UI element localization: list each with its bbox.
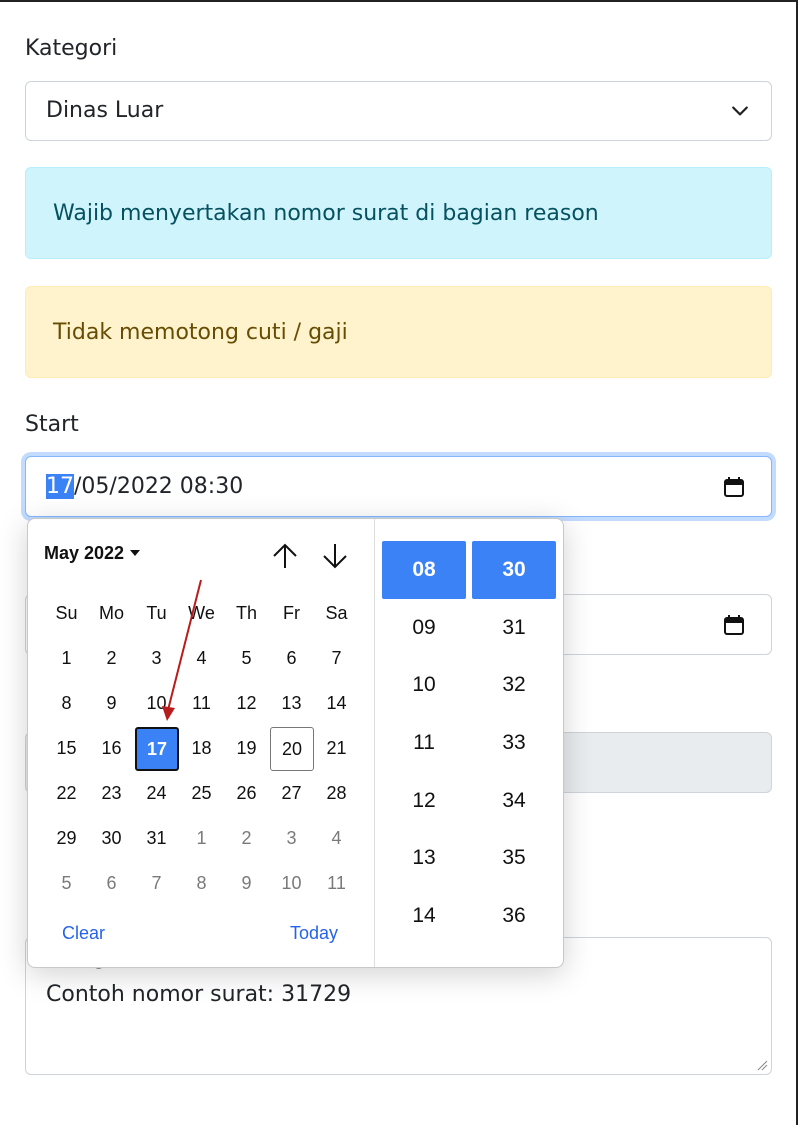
calendar-day-today[interactable]: 20	[269, 726, 314, 771]
calendar-day[interactable]: 13	[269, 681, 314, 726]
calendar-day-outside[interactable]: 4	[314, 816, 359, 861]
calendar-day[interactable]: 14	[314, 681, 359, 726]
calendar-day[interactable]: 1	[44, 636, 89, 681]
calendar-day[interactable]: 8	[44, 681, 89, 726]
calendar-icon[interactable]	[723, 476, 745, 498]
warning-alert: Tidak memotong cuti / gaji	[25, 286, 772, 378]
calendar-day[interactable]: 23	[89, 771, 134, 816]
calendar-week-row: 29 30 31 1 2 3 4	[44, 816, 359, 861]
category-select[interactable]: Dinas Luar	[25, 81, 772, 141]
calendar-day[interactable]: 10	[134, 681, 179, 726]
calendar-day[interactable]: 28	[314, 771, 359, 816]
weekday-label: Th	[235, 603, 257, 623]
hour-option[interactable]: 11	[382, 714, 466, 772]
calendar-day-outside[interactable]: 1	[179, 816, 224, 861]
calendar-day-outside[interactable]: 8	[179, 861, 224, 906]
calendar-day[interactable]: 16	[89, 726, 134, 771]
arrow-up-icon[interactable]	[271, 541, 299, 571]
calendar-grid: Su Mo Tu We Th Fr Sa 1 2 3 4 5 6 7 8 9 1…	[44, 591, 359, 906]
calendar-day[interactable]: 11	[179, 681, 224, 726]
calendar-day-outside[interactable]: 5	[44, 861, 89, 906]
calendar-day[interactable]: 4	[179, 636, 224, 681]
calendar-day[interactable]: 12	[224, 681, 269, 726]
calendar-week-row: 1 2 3 4 5 6 7	[44, 636, 359, 681]
minute-option[interactable]: 33	[472, 714, 556, 772]
window-top-border	[0, 0, 798, 2]
calendar-day-selected[interactable]: 17	[134, 726, 179, 771]
calendar-day[interactable]: 27	[269, 771, 314, 816]
weekday-label: Tu	[146, 603, 167, 623]
weekday-header-row: Su Mo Tu We Th Fr Sa	[44, 591, 359, 636]
month-year-label: May 2022	[44, 543, 125, 563]
arrow-down-icon[interactable]	[321, 541, 349, 571]
calendar-day-outside[interactable]: 10	[269, 861, 314, 906]
calendar-day[interactable]: 15	[44, 726, 89, 771]
weekday-label: Sa	[325, 603, 348, 623]
resize-handle-icon[interactable]	[756, 1059, 768, 1071]
hour-option[interactable]: 14	[382, 887, 466, 945]
info-alert: Wajib menyertakan nomor surat di bagian …	[25, 167, 772, 259]
hour-option[interactable]: 10	[382, 656, 466, 714]
datetime-picker-popup: May 2022 Su Mo Tu We Th Fr Sa 1 2 3 4 5 …	[27, 518, 564, 968]
calendar-day[interactable]: 2	[89, 636, 134, 681]
weekday-label: Mo	[98, 603, 124, 623]
calendar-day[interactable]: 24	[134, 771, 179, 816]
start-label: Start	[25, 412, 79, 437]
calendar-day-outside[interactable]: 3	[269, 816, 314, 861]
category-label: Kategori	[25, 36, 118, 61]
clear-button[interactable]: Clear	[62, 923, 105, 944]
calendar-week-row: 22 23 24 25 26 27 28	[44, 771, 359, 816]
calendar-day-outside[interactable]: 6	[89, 861, 134, 906]
calendar-day[interactable]: 22	[44, 771, 89, 816]
today-day-label: 20	[270, 727, 314, 771]
minute-option[interactable]: 36	[472, 887, 556, 945]
hour-option[interactable]: 12	[382, 772, 466, 830]
calendar-icon[interactable]	[723, 614, 745, 636]
calendar-day[interactable]: 5	[224, 636, 269, 681]
reason-line: Contoh nomor surat: 31729	[46, 982, 352, 1007]
hour-option-selected[interactable]: 08	[382, 541, 466, 599]
minute-option[interactable]: 34	[472, 772, 556, 830]
calendar-day[interactable]: 9	[89, 681, 134, 726]
calendar-day[interactable]: 29	[44, 816, 89, 861]
calendar-week-row: 8 9 10 11 12 13 14	[44, 681, 359, 726]
picker-divider	[374, 519, 375, 967]
today-button[interactable]: Today	[290, 923, 338, 944]
minute-option[interactable]: 31	[472, 599, 556, 657]
minute-option[interactable]: 32	[472, 656, 556, 714]
weekday-label: Su	[55, 603, 78, 623]
start-date-rest: /05/2022 08:30	[74, 474, 244, 499]
calendar-day[interactable]: 25	[179, 771, 224, 816]
calendar-day[interactable]: 19	[224, 726, 269, 771]
hour-option[interactable]: 13	[382, 829, 466, 887]
calendar-day[interactable]: 31	[134, 816, 179, 861]
calendar-day[interactable]: 7	[314, 636, 359, 681]
minute-option[interactable]: 35	[472, 829, 556, 887]
calendar-day[interactable]: 30	[89, 816, 134, 861]
minute-option-selected[interactable]: 30	[472, 541, 556, 599]
calendar-day-outside[interactable]: 9	[224, 861, 269, 906]
calendar-day[interactable]: 26	[224, 771, 269, 816]
calendar-day[interactable]: 18	[179, 726, 224, 771]
chevron-down-icon	[732, 106, 748, 116]
calendar-day[interactable]: 3	[134, 636, 179, 681]
weekday-label: We	[188, 603, 215, 623]
start-datetime-input[interactable]: 17/05/2022 08:30	[25, 456, 772, 517]
weekday-label: Fr	[283, 603, 300, 623]
calendar-day[interactable]: 6	[269, 636, 314, 681]
category-select-value: Dinas Luar	[46, 98, 164, 123]
caret-down-icon	[130, 550, 141, 556]
calendar-week-row: 5 6 7 8 9 10 11	[44, 861, 359, 906]
calendar-day-outside[interactable]: 7	[134, 861, 179, 906]
selected-day-label: 17	[135, 727, 179, 771]
minute-column[interactable]: 30 31 32 33 34 35 36	[472, 541, 556, 945]
start-day-segment[interactable]: 17	[46, 474, 74, 499]
calendar-day-outside[interactable]: 11	[314, 861, 359, 906]
hour-column[interactable]: 08 09 10 11 12 13 14	[382, 541, 466, 945]
month-year-selector[interactable]: May 2022	[44, 543, 141, 564]
calendar-day[interactable]: 21	[314, 726, 359, 771]
calendar-day-outside[interactable]: 2	[224, 816, 269, 861]
hour-option[interactable]: 09	[382, 599, 466, 657]
calendar-week-row: 15 16 17 18 19 20 21	[44, 726, 359, 771]
